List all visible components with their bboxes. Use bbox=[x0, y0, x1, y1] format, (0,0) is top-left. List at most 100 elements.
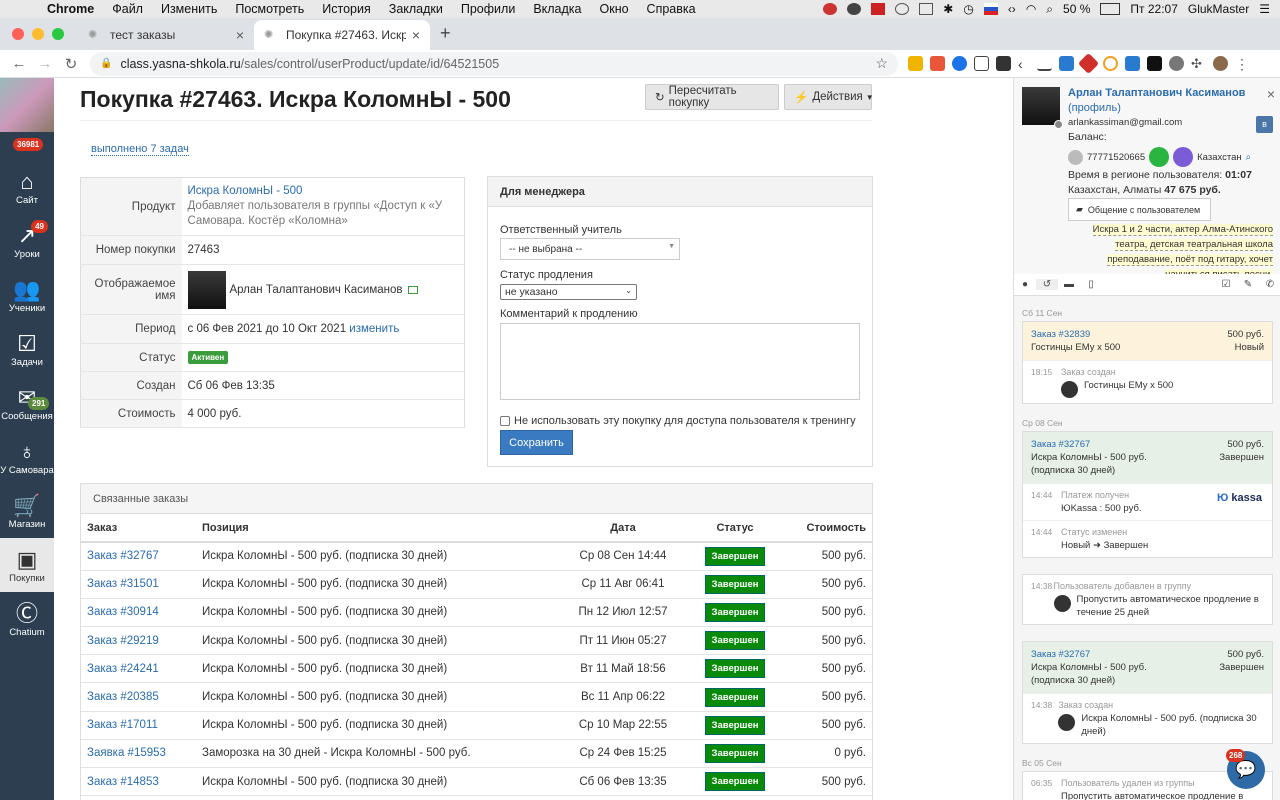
extension-icon[interactable] bbox=[1059, 56, 1074, 71]
sidebar-avatar[interactable] bbox=[0, 78, 54, 132]
code-icon[interactable]: ‹› bbox=[1008, 2, 1016, 16]
menu-window[interactable]: Окно bbox=[591, 2, 638, 16]
menu-bookmarks[interactable]: Закладки bbox=[380, 2, 452, 16]
kebab-menu-icon[interactable]: ⋮ bbox=[1235, 56, 1249, 72]
order-link[interactable]: Заказ #32767 bbox=[1031, 439, 1090, 450]
close-tab-icon[interactable]: × bbox=[236, 27, 244, 43]
bluetooth-icon[interactable]: ✱ bbox=[943, 2, 953, 16]
profile-link[interactable]: (профиль) bbox=[1068, 102, 1121, 114]
menu-help[interactable]: Справка bbox=[638, 2, 705, 16]
lock-icon[interactable]: 🔒 bbox=[100, 58, 112, 69]
order-link[interactable]: Заказ #20385 bbox=[87, 691, 159, 703]
order-link[interactable]: Заказ #24241 bbox=[87, 663, 159, 675]
bookmark-star-icon[interactable]: ☆ bbox=[875, 55, 888, 72]
close-window-icon[interactable] bbox=[12, 28, 24, 40]
zoom-window-icon[interactable] bbox=[52, 28, 64, 40]
sidebar-item-site[interactable]: ⌂ Сайт bbox=[0, 160, 54, 214]
whatsapp-icon[interactable] bbox=[1149, 147, 1170, 167]
sidebar-item-shop[interactable]: 🛒 Магазин bbox=[0, 484, 54, 538]
order-link[interactable]: Заказ #29219 bbox=[87, 635, 159, 647]
extension-icon[interactable] bbox=[952, 56, 967, 71]
extension-icon[interactable] bbox=[1169, 56, 1184, 71]
minimize-window-icon[interactable] bbox=[32, 28, 44, 40]
sidebar-item-tasks[interactable]: ☑ Задачи bbox=[0, 322, 54, 376]
sidebar-item-messages[interactable]: ✉ Сообщения 291 bbox=[0, 376, 54, 430]
status-icon[interactable] bbox=[919, 3, 934, 15]
menu-history[interactable]: История bbox=[313, 2, 379, 16]
extension-icon[interactable] bbox=[1147, 56, 1162, 71]
close-tab-icon[interactable]: × bbox=[412, 27, 420, 43]
extension-icon[interactable] bbox=[974, 56, 989, 71]
battery-icon[interactable] bbox=[1100, 3, 1121, 15]
viber-icon[interactable] bbox=[1173, 147, 1194, 167]
chat-widget-button[interactable]: 💬 268 bbox=[1226, 749, 1265, 789]
vk-icon[interactable]: в bbox=[1256, 116, 1273, 133]
extension-icon[interactable] bbox=[930, 56, 945, 71]
renew-select[interactable]: не указано ⌄ bbox=[500, 284, 637, 300]
search-icon[interactable]: ⌕ bbox=[1246, 152, 1251, 163]
chat-with-user-button[interactable]: ▰ Общение с пользователем bbox=[1068, 198, 1211, 221]
menu-profiles[interactable]: Профили bbox=[452, 2, 524, 16]
order-link[interactable]: Заказ #32767 bbox=[87, 550, 159, 562]
recalc-button[interactable]: ↻ Пересчитать покупку bbox=[645, 84, 779, 110]
menu-edit[interactable]: Изменить bbox=[152, 2, 226, 16]
menubar-user[interactable]: GlukMaster bbox=[1188, 2, 1249, 16]
order-link[interactable]: Заказ #30914 bbox=[87, 606, 159, 618]
order-link[interactable]: Заказ #31501 bbox=[87, 578, 159, 590]
sidebar-item-samovar[interactable]: ♁ У Самовара bbox=[0, 430, 54, 484]
sidebar-item-lessons[interactable]: ↗ Уроки 49 bbox=[0, 214, 54, 268]
tab-history-icon[interactable]: ↺ bbox=[1036, 279, 1058, 290]
menu-view[interactable]: Посмотреть bbox=[226, 2, 313, 16]
order-link[interactable]: Заказ #32767 bbox=[1031, 649, 1090, 660]
tab-user-icon[interactable]: ● bbox=[1014, 279, 1036, 290]
gmail-icon[interactable] bbox=[871, 3, 886, 15]
comment-textarea[interactable] bbox=[500, 323, 860, 400]
menu-app[interactable]: Chrome bbox=[38, 2, 103, 16]
extension-icon[interactable] bbox=[1037, 56, 1052, 71]
sidebar-item-chatium[interactable]: Ⓒ Chatium bbox=[0, 592, 54, 646]
profile-avatar[interactable] bbox=[1213, 56, 1228, 71]
new-tab-icon[interactable]: + bbox=[430, 23, 461, 50]
actions-button[interactable]: ⚡ Действия ▼ bbox=[784, 84, 874, 110]
teacher-select[interactable]: -- не выбрана -- ▼ bbox=[500, 238, 680, 260]
status-icon[interactable] bbox=[895, 3, 910, 15]
menu-list-icon[interactable]: ☰ bbox=[1259, 2, 1270, 16]
reload-icon[interactable]: ↻ bbox=[58, 55, 84, 73]
done-tasks-link[interactable]: выполнено 7 задач bbox=[91, 143, 189, 156]
extension-icon[interactable] bbox=[1077, 52, 1100, 75]
product-link[interactable]: Искра КоломнЫ - 500 bbox=[188, 185, 303, 197]
order-link[interactable]: Заявка #15953 bbox=[87, 747, 166, 759]
menu-file[interactable]: Файл bbox=[103, 2, 152, 16]
tab-test-orders[interactable]: ✺ тест заказы × bbox=[78, 20, 254, 50]
extension-icon[interactable]: ‹ bbox=[1018, 56, 1030, 72]
tab-purchase[interactable]: ✺ Покупка #27463. Искра Колом × bbox=[254, 20, 430, 50]
status-icon[interactable] bbox=[823, 3, 838, 15]
tab-tasks-icon[interactable]: ☑ bbox=[1215, 279, 1237, 290]
clock-icon[interactable]: ◷ bbox=[963, 2, 973, 16]
user-avatar[interactable] bbox=[1022, 87, 1060, 125]
phone-icon[interactable] bbox=[1068, 149, 1083, 165]
url-field[interactable]: 🔒 class.yasna-shkola.ru/sales/control/us… bbox=[90, 51, 898, 76]
puzzle-icon[interactable]: ✣ bbox=[1191, 56, 1206, 71]
tab-edit-icon[interactable]: ✎ bbox=[1237, 279, 1259, 290]
no-access-checkbox-row[interactable]: Не использовать эту покупку для доступа … bbox=[500, 415, 856, 427]
wifi-icon[interactable]: ◠ bbox=[1026, 2, 1036, 16]
change-period-link[interactable]: изменить bbox=[349, 323, 399, 335]
close-icon[interactable]: × bbox=[1267, 86, 1275, 102]
order-link[interactable]: Заказ #32839 bbox=[1031, 329, 1090, 340]
extension-icon[interactable] bbox=[1103, 56, 1118, 71]
no-access-checkbox[interactable] bbox=[500, 416, 510, 426]
save-button[interactable]: Сохранить bbox=[500, 430, 573, 455]
order-link[interactable]: Заказ #14853 bbox=[87, 776, 159, 788]
search-icon[interactable]: ⌕ bbox=[1046, 2, 1053, 17]
tab-phone-icon[interactable]: ✆ bbox=[1259, 279, 1280, 290]
profile-name-link[interactable]: Арлан Талаптанович Касиманов bbox=[1068, 87, 1245, 99]
extension-icon[interactable] bbox=[996, 56, 1011, 71]
back-icon[interactable]: ← bbox=[6, 55, 32, 72]
user-avatar[interactable] bbox=[187, 270, 226, 309]
tab-cart-icon[interactable]: ▬ bbox=[1058, 279, 1080, 290]
flag-ru-icon[interactable] bbox=[983, 3, 998, 15]
menu-tab[interactable]: Вкладка bbox=[524, 2, 590, 16]
sidebar-item-purchases[interactable]: ▣ Покупки bbox=[0, 538, 54, 592]
order-link[interactable]: Заказ #17011 bbox=[87, 719, 158, 731]
